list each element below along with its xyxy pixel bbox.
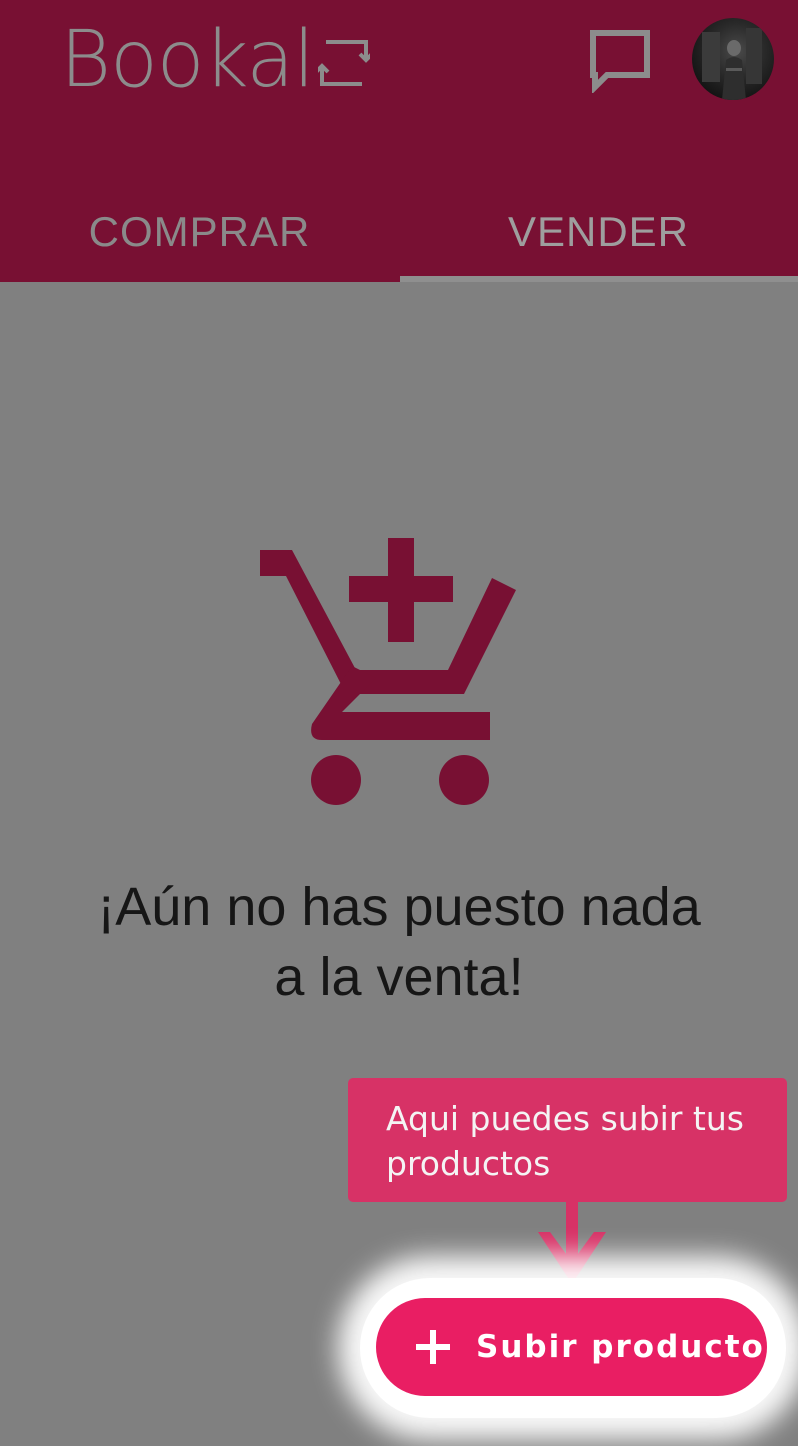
- upload-product-label: Subir producto: [476, 1329, 765, 1365]
- empty-state-line-2: a la venta!: [274, 947, 524, 1007]
- plus-icon: [416, 1330, 450, 1364]
- swap-arrows-icon: [317, 40, 370, 86]
- empty-state-line-1: ¡Aún no has puesto nada: [97, 877, 701, 937]
- onboarding-tooltip: Aqui puedes subir tus productos: [348, 1078, 787, 1202]
- chat-button[interactable]: [582, 22, 658, 98]
- upload-product-button[interactable]: Subir producto: [376, 1298, 767, 1396]
- logo-text: Bookal: [60, 15, 315, 105]
- active-tab-indicator: [400, 276, 798, 282]
- tooltip-text: Aqui puedes subir tus productos: [386, 1099, 744, 1183]
- tab-vender[interactable]: VENDER: [399, 182, 798, 282]
- tab-bar: COMPRAR VENDER: [0, 182, 798, 282]
- arrow-down-icon: [538, 1202, 606, 1284]
- app-logo: Bookal: [60, 14, 370, 106]
- cart-plus-icon: [260, 538, 516, 805]
- app-bar: Bookal COMPRAR VENDER: [0, 0, 798, 282]
- chat-bubble-icon: [590, 30, 650, 93]
- avatar[interactable]: [692, 18, 774, 100]
- user-avatar-image: [702, 28, 762, 100]
- empty-state-message: ¡Aún no has puesto nada a la venta!: [0, 872, 798, 1012]
- tab-comprar[interactable]: COMPRAR: [0, 182, 399, 282]
